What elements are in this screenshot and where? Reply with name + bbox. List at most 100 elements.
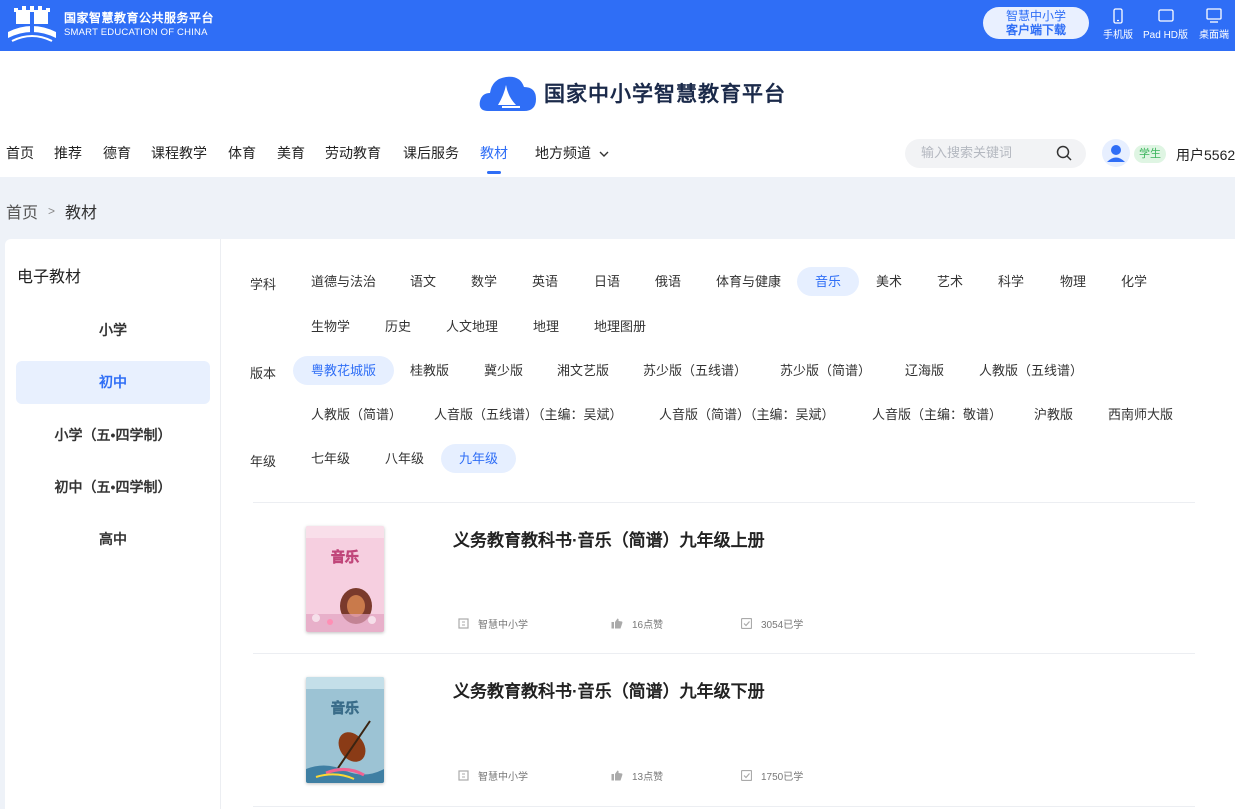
book-learners: 3054已学 (741, 616, 803, 631)
edition-chip[interactable]: 人音版（简谱）（主编：吴斌） (659, 400, 835, 429)
device-tablet-link[interactable]: Pad HD版 (1143, 8, 1188, 41)
breadcrumb-home[interactable]: 首页 (6, 199, 38, 223)
sidebar: 电子教材 小学 初中 小学（五•四学制） 初中（五•四学制） 高中 (5, 239, 221, 809)
edition-chip-active[interactable]: 粤教花城版 (293, 356, 395, 385)
nav-item-moral[interactable]: 德育 (103, 143, 131, 163)
thumbs-up-icon (611, 618, 623, 629)
download-line2: 客户端下载 (1005, 23, 1066, 37)
device-phone-link[interactable]: 手机版 (1103, 8, 1133, 41)
edition-chip[interactable]: 湘文艺版 (557, 356, 609, 385)
cloud-book-logo-icon (479, 76, 536, 111)
book-likes: 13点赞 (611, 768, 663, 783)
role-badge: 学生 (1134, 145, 1166, 163)
nav-item-local-channels[interactable]: 地方频道 (535, 143, 609, 163)
edition-chip[interactable]: 沪教版 (1034, 400, 1073, 429)
list-item[interactable]: 音乐 义务教育教科书·音乐（简谱）九年级下册 智慧中小学 13点赞 1750已学 (253, 654, 1195, 804)
platform-logo[interactable]: 国家中小学智慧教育平台 (478, 71, 786, 115)
sidebar-item-senior[interactable]: 高中 (16, 518, 210, 561)
subject-chip[interactable]: 美术 (876, 267, 902, 296)
nav-item-aesthetics[interactable]: 美育 (277, 143, 305, 163)
edition-chip[interactable]: 人教版（简谱） (311, 400, 402, 429)
book-cover[interactable]: 音乐 (306, 677, 384, 783)
book-cover-image: 音乐 (306, 526, 384, 632)
sidebar-item-junior[interactable]: 初中 (16, 361, 210, 404)
subject-chip[interactable]: 英语 (532, 267, 558, 296)
site-header: 国家中小学智慧教育平台 首页 推荐 德育 课程教学 体育 美育 劳动教育 课后服… (0, 51, 1235, 177)
grade-chip-active[interactable]: 九年级 (441, 444, 517, 473)
edition-chip[interactable]: 人音版（五线谱）（主编：吴斌） (434, 400, 623, 429)
cover-title: 音乐 (331, 549, 359, 566)
list-item[interactable]: 音乐 义务教育教科书·音乐（简谱）九年级上册 智慧中小学 16点赞 3054已学 (253, 503, 1195, 653)
brand-cn-name: 国家智慧教育公共服务平台 (64, 11, 215, 26)
phone-icon (1113, 8, 1123, 24)
edition-chip[interactable]: 西南师大版 (1108, 400, 1173, 429)
book-source: 智慧中小学 (458, 768, 528, 783)
nav-item-recommend[interactable]: 推荐 (54, 143, 82, 163)
top-bar: 国家智慧教育公共服务平台 SMART EDUCATION OF CHINA 智慧… (0, 0, 1235, 51)
book-cover-image: 音乐 (306, 677, 384, 783)
subject-chip[interactable]: 体育与健康 (716, 267, 781, 296)
building-icon (458, 770, 469, 781)
book-title[interactable]: 义务教育教科书·音乐（简谱）九年级下册 (453, 677, 765, 702)
nav-item-labor[interactable]: 劳动教育 (325, 143, 381, 163)
cover-title: 音乐 (331, 700, 359, 717)
subject-chip[interactable]: 数学 (471, 267, 497, 296)
learners-icon (741, 618, 752, 629)
subject-chip[interactable]: 物理 (1060, 267, 1086, 296)
edition-chip[interactable]: 人教版（五线谱） (979, 356, 1083, 385)
search-input[interactable] (921, 145, 1051, 160)
nav-item-courses[interactable]: 课程教学 (151, 143, 207, 163)
username[interactable]: 用户5562 (1176, 145, 1235, 165)
user-icon (1107, 145, 1125, 162)
subject-chip[interactable]: 地理图册 (594, 312, 646, 341)
subject-chip[interactable]: 语文 (410, 267, 436, 296)
nav-item-home[interactable]: 首页 (6, 143, 34, 163)
device-phone-label: 手机版 (1103, 30, 1133, 41)
list-divider (253, 806, 1195, 807)
edition-chip[interactable]: 冀少版 (484, 356, 523, 385)
device-desktop-link[interactable]: 桌面端 (1199, 8, 1229, 41)
subject-chip[interactable]: 艺术 (937, 267, 963, 296)
subject-chip[interactable]: 人文地理 (446, 312, 498, 341)
search-icon[interactable] (1056, 145, 1073, 162)
breadcrumb-current: 教材 (65, 205, 98, 222)
subject-chip[interactable]: 化学 (1121, 267, 1147, 296)
subject-chip[interactable]: 日语 (594, 267, 620, 296)
smart-education-logo-icon (8, 6, 56, 42)
book-likes-text: 13点赞 (632, 772, 664, 783)
thumbs-up-icon (611, 770, 623, 781)
grade-chip[interactable]: 七年级 (311, 444, 350, 473)
grade-chip[interactable]: 八年级 (385, 444, 424, 473)
edition-chip[interactable]: 人音版（主编：敬谱） (872, 400, 1002, 429)
nav-item-after-school[interactable]: 课后服务 (403, 143, 459, 163)
book-source-text: 智慧中小学 (478, 772, 528, 783)
book-likes-text: 16点赞 (632, 620, 664, 631)
book-title[interactable]: 义务教育教科书·音乐（简谱）九年级上册 (453, 526, 765, 551)
subject-chip[interactable]: 地理 (533, 312, 559, 341)
sidebar-item-junior-54[interactable]: 初中（五•四学制） (16, 466, 210, 509)
subject-chip[interactable]: 生物学 (311, 312, 350, 341)
subject-chip-active[interactable]: 音乐 (797, 267, 860, 296)
subject-chip[interactable]: 道德与法治 (311, 267, 376, 296)
desktop-icon (1206, 8, 1222, 23)
nav-item-textbooks[interactable]: 教材 (480, 143, 508, 163)
edition-chip[interactable]: 苏少版（五线谱） (643, 356, 747, 385)
chevron-down-icon (599, 151, 609, 157)
book-cover[interactable]: 音乐 (306, 526, 384, 632)
client-download-button[interactable]: 智慧中小学 客户端下载 (983, 7, 1089, 39)
device-desktop-label: 桌面端 (1199, 30, 1229, 41)
learners-icon (741, 770, 752, 781)
subject-chip[interactable]: 俄语 (655, 267, 681, 296)
sidebar-item-primary-54[interactable]: 小学（五•四学制） (16, 414, 210, 457)
subject-chip[interactable]: 历史 (385, 312, 411, 341)
avatar[interactable] (1102, 139, 1130, 167)
edition-chip[interactable]: 辽海版 (905, 356, 944, 385)
nav-item-sports[interactable]: 体育 (228, 143, 256, 163)
book-source-text: 智慧中小学 (478, 620, 528, 631)
grade-label: 年级 (250, 454, 277, 469)
sidebar-item-primary[interactable]: 小学 (16, 309, 210, 352)
subject-chip[interactable]: 科学 (998, 267, 1024, 296)
edition-chip[interactable]: 桂教版 (410, 356, 449, 385)
brand[interactable]: 国家智慧教育公共服务平台 SMART EDUCATION OF CHINA (6, 6, 214, 44)
edition-chip[interactable]: 苏少版（简谱） (780, 356, 871, 385)
